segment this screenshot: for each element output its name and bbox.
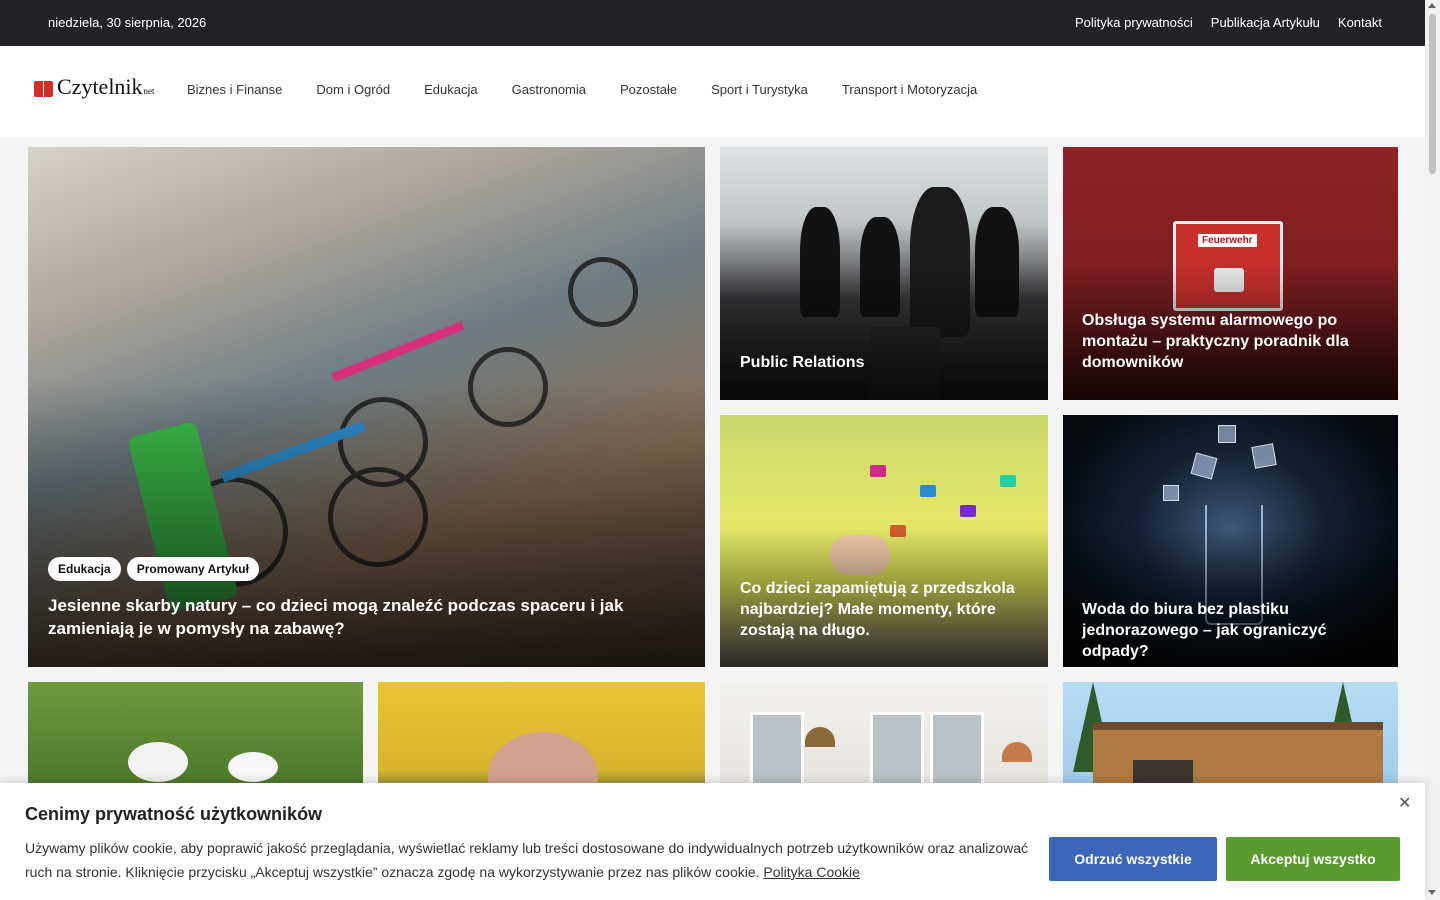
logo-suffix: net	[143, 86, 155, 96]
contact-link[interactable]: Kontakt	[1338, 15, 1382, 30]
book-icon	[34, 79, 54, 97]
cookie-banner: Cenimy prywatność użytkowników ✕ Używamy…	[0, 783, 1425, 900]
tag-category[interactable]: Edukacja	[48, 557, 121, 581]
clay-piece-image	[960, 505, 976, 517]
featured-article-card[interactable]: Edukacja Promowany Artykuł Jesienne skar…	[28, 147, 705, 667]
ice-cube-image	[1190, 452, 1218, 480]
logo-text: Czytelnik	[57, 74, 143, 99]
article-title[interactable]: Obsługa systemu alarmowego po montażu – …	[1082, 310, 1382, 373]
site-header: Czytelnik net Biznes i Finanse Dom i Ogr…	[0, 46, 1425, 137]
ice-cube-image	[1163, 485, 1179, 501]
nav-item-edukacja[interactable]: Edukacja	[407, 82, 494, 97]
tag-promoted[interactable]: Promowany Artykuł	[126, 557, 259, 581]
nav-item-dom[interactable]: Dom i Ogród	[299, 82, 407, 97]
article-tags: Edukacja Promowany Artykuł	[48, 557, 259, 581]
publish-article-link[interactable]: Publikacja Artykułu	[1211, 15, 1320, 30]
clay-piece-image	[920, 485, 936, 497]
main-nav: Biznes i Finanse Dom i Ogród Edukacja Ga…	[170, 82, 994, 97]
lamp-image	[805, 727, 835, 747]
article-title[interactable]: Public Relations	[740, 352, 1030, 373]
page-scrollbar[interactable]	[1425, 0, 1440, 900]
ice-cube-image	[1218, 425, 1236, 443]
image-overlay	[720, 260, 1048, 400]
cookie-title: Cenimy prywatność użytkowników	[25, 804, 323, 824]
flowers-image	[228, 752, 278, 782]
cookie-description: Używamy plików cookie, aby poprawić jako…	[25, 840, 1029, 880]
clay-piece-image	[1000, 475, 1016, 487]
nav-item-pozostale[interactable]: Pozostałe	[603, 82, 694, 97]
ice-cube-image	[1251, 443, 1277, 469]
featured-article-title[interactable]: Jesienne skarby natury – co dzieci mogą …	[48, 594, 688, 640]
article-card[interactable]: Co dzieci zapamiętują z przedszkola najb…	[720, 415, 1048, 667]
scroll-up-icon[interactable]	[1428, 3, 1436, 8]
reject-all-button[interactable]: Odrzuć wszystkie	[1049, 837, 1217, 881]
window-image	[930, 712, 984, 792]
fire-alarm-sign: Feuerwehr	[1198, 234, 1257, 247]
window-image	[870, 712, 924, 792]
cookie-text: Używamy plików cookie, aby poprawić jako…	[25, 836, 1035, 884]
top-bar: niedziela, 30 sierpnia, 2026 Polityka pr…	[0, 0, 1425, 46]
flowers-image	[128, 742, 188, 782]
article-card[interactable]: Public Relations	[720, 147, 1048, 400]
close-icon[interactable]: ✕	[1398, 793, 1411, 813]
site-logo[interactable]: Czytelnik net	[34, 74, 155, 99]
top-links: Polityka prywatności Publikacja Artykułu…	[1075, 15, 1382, 30]
scrollbar-thumb[interactable]	[1429, 14, 1436, 174]
nav-item-transport[interactable]: Transport i Motoryzacja	[825, 82, 994, 97]
window-image	[750, 712, 804, 792]
nav-item-gastronomia[interactable]: Gastronomia	[495, 82, 603, 97]
bike-frame-image	[331, 321, 465, 382]
article-card[interactable]: Feuerwehr Obsługa systemu alarmowego po …	[1063, 147, 1398, 400]
article-title[interactable]: Co dzieci zapamiętują z przedszkola najb…	[740, 578, 1030, 641]
article-title[interactable]: Woda do biura bez plastiku jednorazowego…	[1082, 599, 1387, 662]
cookie-policy-link[interactable]: Polityka Cookie	[763, 864, 860, 880]
bike-wheel-image	[568, 257, 638, 327]
scroll-down-icon[interactable]	[1428, 890, 1436, 895]
clay-piece-image	[870, 465, 886, 477]
current-date: niedziela, 30 sierpnia, 2026	[48, 15, 207, 30]
lamp-image	[1002, 742, 1032, 762]
privacy-policy-link[interactable]: Polityka prywatności	[1075, 15, 1193, 30]
accept-all-button[interactable]: Akceptuj wszystko	[1226, 837, 1400, 881]
article-card[interactable]: Woda do biura bez plastiku jednorazowego…	[1063, 415, 1398, 667]
nav-item-biznes[interactable]: Biznes i Finanse	[170, 82, 299, 97]
nav-item-sport[interactable]: Sport i Turystyka	[694, 82, 825, 97]
